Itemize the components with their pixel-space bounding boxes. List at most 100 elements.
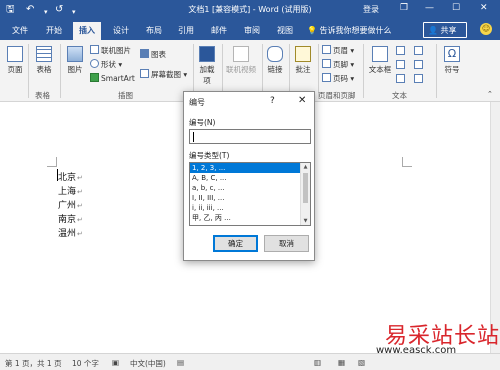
ok-button[interactable]: 确定 [213, 235, 258, 252]
smartart-button[interactable]: SmartArt [90, 73, 135, 83]
tab-design[interactable]: 设计 [113, 25, 129, 36]
tab-home[interactable]: 开始 [46, 25, 62, 36]
online-video-button[interactable]: 联机视频 [224, 46, 258, 75]
number-type-option[interactable]: i, ii, iii, ... [190, 203, 301, 213]
number-type-option[interactable]: A, B, C, ... [190, 173, 301, 183]
pages-label: 页面 [7, 65, 23, 74]
shapes-button[interactable]: 形状 ▾ [90, 59, 122, 70]
drop-cap-icon[interactable] [396, 74, 407, 84]
table-button[interactable]: 表格 [32, 46, 56, 75]
tab-file[interactable]: 文件 [12, 25, 28, 36]
tell-me-text: 告诉我你想要做什么 [319, 26, 392, 35]
number-type-option[interactable]: I, II, III, ... [190, 193, 301, 203]
chart-button[interactable]: 图表 [140, 49, 166, 60]
online-picture-button[interactable]: 联机图片 [90, 45, 131, 56]
macro-icon[interactable]: ▤ [177, 358, 184, 367]
link-button[interactable]: 链接 [264, 46, 286, 75]
text-cursor [57, 169, 58, 181]
online-picture-icon [90, 45, 99, 54]
close-button[interactable]: ✕ [480, 3, 488, 13]
comment-label: 批注 [295, 65, 311, 74]
comment-button[interactable]: 批注 [292, 46, 314, 75]
share-button[interactable]: 👤 共享 [423, 22, 467, 38]
word-count[interactable]: 10 个字 [72, 358, 99, 369]
language-indicator[interactable]: 中文(中国) [130, 358, 166, 369]
screenshot-label: 屏幕截图 [151, 70, 181, 79]
read-mode-icon[interactable]: ▥ [314, 358, 321, 367]
header-button[interactable]: 页眉 ▾ [322, 45, 354, 56]
footer-button[interactable]: 页脚 ▾ [322, 59, 354, 70]
undo-dropdown-icon[interactable]: ▾ [44, 5, 48, 19]
symbol-label: 符号 [444, 65, 460, 74]
ribbon-separator [193, 44, 194, 98]
screenshot-icon [140, 69, 149, 78]
quick-parts-icon[interactable] [396, 46, 407, 56]
addins-button[interactable]: 加载项 [196, 46, 218, 86]
illustrations-group-label: 插图 [118, 91, 133, 100]
quick-access-customize-icon[interactable]: ▾ [72, 5, 76, 19]
dialog-close-icon[interactable]: ✕ [298, 95, 306, 106]
feedback-smiley-icon[interactable]: ☺ [480, 23, 492, 35]
page-count[interactable]: 第 1 页，共 1 页 [5, 358, 62, 369]
margin-corner-marker [402, 157, 412, 167]
tab-references[interactable]: 引用 [178, 25, 194, 36]
wordart-icon[interactable] [396, 60, 407, 70]
proofing-icon[interactable]: ▣ [112, 358, 119, 367]
ribbon-separator [28, 44, 29, 98]
tell-me-search[interactable]: 💡 告诉我你想要做什么 [307, 25, 392, 36]
pages-button[interactable]: 页面 [5, 46, 25, 75]
number-input[interactable] [189, 129, 311, 144]
cancel-button[interactable]: 取消 [264, 235, 309, 252]
print-layout-icon[interactable]: ▦ [338, 358, 345, 367]
page-number-button[interactable]: 页码 ▾ [322, 73, 354, 84]
save-icon[interactable]: 🖫 [6, 3, 15, 17]
number-type-option[interactable]: 1, 2, 3, ... [190, 163, 301, 173]
collapse-ribbon-icon[interactable]: ⌃ [487, 90, 493, 98]
tab-insert[interactable]: 插入 [73, 22, 101, 40]
undo-icon[interactable]: ↶ [26, 3, 34, 17]
document-line[interactable]: 北京↵ [58, 170, 83, 183]
number-type-label: 编号类型(T) [189, 151, 230, 160]
textbox-label: 文本框 [368, 65, 392, 74]
number-type-option[interactable]: 甲, 乙, 丙 ... [190, 213, 301, 223]
vertical-scrollbar[interactable] [490, 102, 500, 353]
date-time-icon[interactable] [414, 60, 425, 70]
header-footer-group-label: 页眉和页脚 [318, 91, 356, 100]
number-type-list[interactable]: 1, 2, 3, ... A, B, C, ... a, b, c, ... I… [189, 162, 311, 226]
tab-mailings[interactable]: 邮件 [211, 25, 227, 36]
scroll-thumb[interactable] [303, 173, 308, 203]
document-line[interactable]: 广州↵ [58, 198, 83, 211]
list-scrollbar[interactable]: ▲ ▼ [300, 163, 310, 225]
smartart-label: SmartArt [101, 74, 135, 83]
textbox-button[interactable]: 文本框 [366, 46, 394, 75]
symbol-button[interactable]: Ω 符号 [441, 46, 463, 75]
picture-button[interactable]: 图片 [64, 46, 86, 75]
document-line[interactable]: 南京↵ [58, 212, 83, 225]
signature-line-icon[interactable] [414, 46, 425, 56]
scroll-down-icon[interactable]: ▼ [301, 218, 310, 224]
object-icon[interactable] [414, 74, 425, 84]
tab-layout[interactable]: 布局 [146, 25, 162, 36]
picture-label: 图片 [67, 65, 83, 74]
tab-view[interactable]: 视图 [277, 25, 293, 36]
help-icon[interactable]: ? [270, 96, 275, 106]
online-video-label: 联机视频 [226, 65, 256, 74]
text-group-label: 文本 [392, 91, 407, 100]
minimize-button[interactable]: — [425, 3, 434, 13]
web-layout-icon[interactable]: ▧ [358, 358, 365, 367]
ribbon-separator [436, 44, 437, 98]
number-type-option[interactable]: a, b, c, ... [190, 183, 301, 193]
login-link[interactable]: 登录 [363, 4, 379, 15]
maximize-button[interactable]: ☐ [452, 3, 460, 13]
ribbon-display-options-icon[interactable]: ❐ [400, 3, 408, 13]
screenshot-button[interactable]: 屏幕截图 ▾ [140, 69, 187, 80]
document-line[interactable]: 上海↵ [58, 184, 83, 197]
document-line[interactable]: 温州↵ [58, 226, 83, 239]
redo-icon[interactable]: ↺ [55, 3, 63, 17]
shapes-label: 形状 [101, 60, 116, 69]
tab-review[interactable]: 审阅 [244, 25, 260, 36]
scroll-up-icon[interactable]: ▲ [301, 164, 310, 170]
link-label: 链接 [267, 65, 283, 74]
video-icon [233, 46, 249, 62]
ribbon-tab-row: 文件 开始 插入 设计 布局 引用 邮件 审阅 视图 💡 告诉我你想要做什么 👤… [0, 20, 500, 40]
